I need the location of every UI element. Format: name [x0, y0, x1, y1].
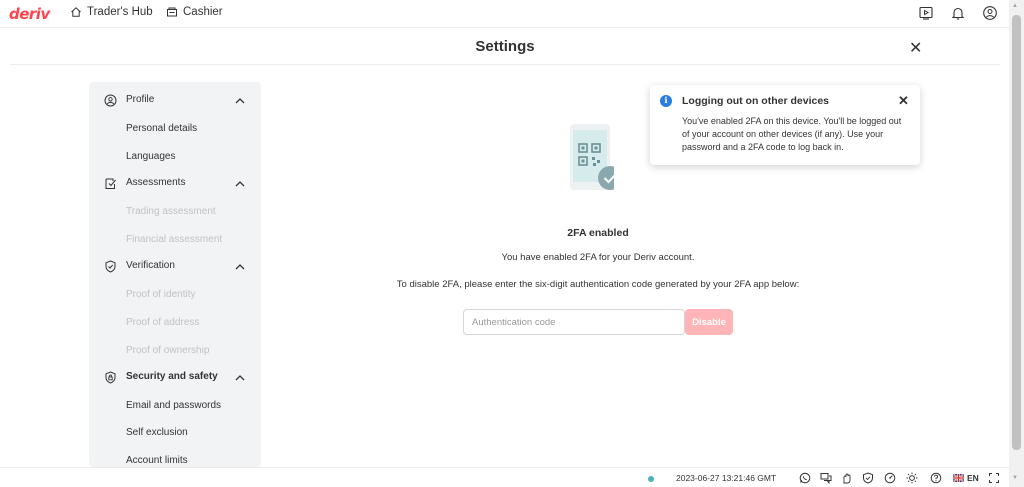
page-title: Settings [475, 38, 535, 55]
top-bar: deriv Trader's Hub Cashier [0, 0, 1009, 28]
nav-cashier[interactable]: Cashier [166, 6, 223, 18]
toast-message: You've enabled 2FA on this device. You'l… [682, 116, 902, 152]
account-icon[interactable] [982, 5, 998, 21]
phone-qr-illustration [570, 124, 614, 190]
disable-2fa-button[interactable]: Disable [685, 309, 733, 335]
page-scrollbar[interactable]: ▲ ▼ [1009, 0, 1024, 487]
chevron-up-icon[interactable] [234, 372, 246, 384]
tutorial-icon[interactable] [918, 5, 934, 21]
notifications-icon[interactable] [950, 5, 966, 21]
sidebar-item-account-limits[interactable]: Account limits [126, 455, 188, 466]
scroll-down-arrow-icon[interactable]: ▼ [1012, 475, 1018, 481]
chevron-up-icon[interactable] [234, 261, 246, 273]
logout-notification-toast: i Logging out on other devices ✕ You've … [650, 85, 920, 165]
language-code: EN [967, 473, 979, 483]
sidebar-item-trading-assessment: Trading assessment [126, 206, 216, 217]
sidebar-section-label: Security and safety [126, 371, 218, 382]
close-toast-icon[interactable]: ✕ [898, 93, 909, 109]
settings-header: Settings ✕ [10, 28, 1000, 65]
tfa-description: You have enabled 2FA for your Deriv acco… [501, 252, 695, 263]
sidebar-section-label: Profile [126, 94, 155, 105]
sidebar-item-self-exclusion[interactable]: Self exclusion [126, 427, 188, 438]
network-status-indicator[interactable] [648, 476, 654, 482]
scroll-up-arrow-icon[interactable]: ▲ [1012, 3, 1018, 9]
toast-title: Logging out on other devices [682, 95, 829, 107]
server-time: 2023-06-27 13:21:46 GMT [676, 473, 777, 483]
home-icon [71, 7, 81, 17]
theme-toggle-icon[interactable] [906, 472, 918, 484]
info-icon: i [660, 95, 672, 107]
tfa-instruction: To disable 2FA, please enter the six-dig… [396, 279, 800, 290]
deriv-logo[interactable]: deriv [9, 5, 50, 23]
sidebar-item-proof-of-ownership: Proof of ownership [126, 345, 210, 356]
regulatory-shield-icon[interactable] [862, 472, 874, 484]
chevron-up-icon[interactable] [234, 178, 246, 190]
sidebar-section-label: Assessments [126, 177, 186, 188]
nav-cashier-label: Cashier [183, 6, 223, 18]
sidebar-section-assessments[interactable]: Assessments [89, 174, 261, 194]
language-selector[interactable]: EN [953, 473, 979, 483]
verification-shield-icon [105, 260, 116, 273]
sidebar-item-proof-of-address: Proof of address [126, 317, 200, 328]
settings-sidebar: Profile Personal details Languages Asses… [89, 82, 261, 467]
fullscreen-icon[interactable] [988, 472, 1000, 484]
sidebar-item-personal-details[interactable]: Personal details [126, 123, 197, 134]
whatsapp-icon[interactable] [799, 472, 811, 484]
profile-icon [104, 94, 117, 107]
security-shield-icon [105, 371, 116, 384]
tfa-status-title: 2FA enabled [567, 227, 629, 239]
sidebar-section-profile[interactable]: Profile [89, 91, 261, 111]
sidebar-item-financial-assessment: Financial assessment [126, 234, 223, 245]
uk-flag-icon [953, 474, 964, 482]
nav-traders-hub-label: Trader's Hub [87, 6, 153, 18]
close-settings-icon[interactable]: ✕ [909, 38, 922, 58]
footer-bar: 2023-06-27 13:21:46 GMT EN [0, 467, 1009, 487]
sidebar-item-proof-of-identity: Proof of identity [126, 289, 196, 300]
sidebar-item-languages[interactable]: Languages [126, 151, 176, 162]
live-chat-icon[interactable] [820, 472, 832, 484]
sidebar-section-label: Verification [126, 260, 175, 271]
help-icon[interactable] [930, 472, 942, 484]
scrollbar-thumb[interactable] [1012, 15, 1021, 450]
assessment-icon [105, 178, 116, 189]
sidebar-section-verification[interactable]: Verification [89, 257, 261, 277]
account-limits-icon[interactable] [884, 472, 896, 484]
nav-traders-hub[interactable]: Trader's Hub [70, 6, 153, 18]
responsible-trading-icon[interactable] [841, 472, 853, 484]
authentication-code-input[interactable] [463, 309, 685, 335]
sidebar-section-security[interactable]: Security and safety [89, 368, 261, 388]
cashier-icon [167, 7, 177, 17]
chevron-up-icon[interactable] [234, 95, 246, 107]
sidebar-item-email-and-passwords[interactable]: Email and passwords [126, 400, 221, 411]
